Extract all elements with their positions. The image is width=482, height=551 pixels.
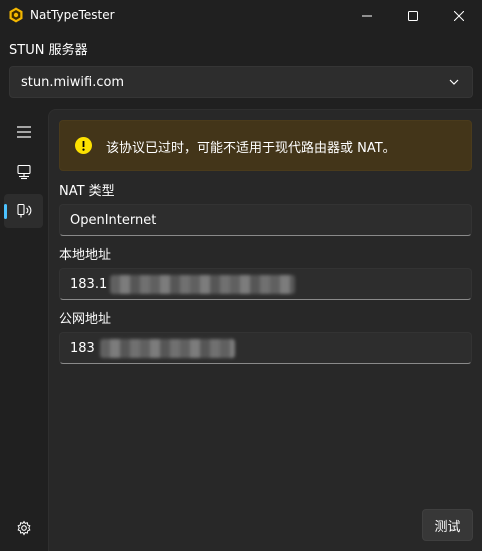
local-address-value: 183.1 [70,277,108,292]
app-icon [8,7,24,23]
nat-type-field[interactable]: OpenInternet [59,204,472,236]
minimize-button[interactable] [344,0,390,31]
redacted-region [110,275,295,294]
nat-type-label: NAT 类型 [59,184,115,199]
stun-server-label: STUN 服务器 [9,43,88,58]
redacted-region [100,339,235,358]
nav-menu-toggle[interactable] [4,115,43,149]
warning-exclamation-icon [75,137,92,154]
deprecation-warning-bar: 该协议已过时，可能不适用于现代路由器或 NAT。 [59,120,472,171]
chevron-down-icon [449,79,459,85]
maximize-icon [408,10,418,21]
nat-test-icon [16,203,31,218]
test-button[interactable]: 测试 [422,509,473,541]
content-panel: 该协议已过时，可能不适用于现代路由器或 NAT。 NAT 类型 OpenInte… [48,109,482,551]
nav-item-nat-test[interactable] [4,194,43,228]
close-button[interactable] [436,0,482,31]
selected-indicator [4,204,7,219]
stun-server-dropdown[interactable]: stun.miwifi.com [9,66,473,98]
settings-gear-icon [17,520,30,536]
public-address-value: 183 [70,341,95,356]
hamburger-menu-icon [16,126,31,138]
local-address-field[interactable]: 183.1 [59,268,472,300]
window-title: NatTypeTester [30,8,115,22]
public-address-field[interactable]: 183 [59,332,472,364]
stun-server-value: stun.miwifi.com [21,75,125,90]
public-address-label: 公网地址 [59,312,112,327]
warning-message: 该协议已过时，可能不适用于现代路由器或 NAT。 [106,141,396,156]
nat-type-value: OpenInternet [70,213,157,228]
close-icon [454,10,464,21]
nav-item-pc[interactable] [4,155,43,189]
minimize-icon [362,15,372,16]
title-bar: NatTypeTester [0,0,482,31]
local-address-label: 本地地址 [59,248,112,263]
nav-item-settings[interactable] [4,511,43,545]
desktop-pc-icon [16,164,31,180]
maximize-button[interactable] [390,0,436,31]
